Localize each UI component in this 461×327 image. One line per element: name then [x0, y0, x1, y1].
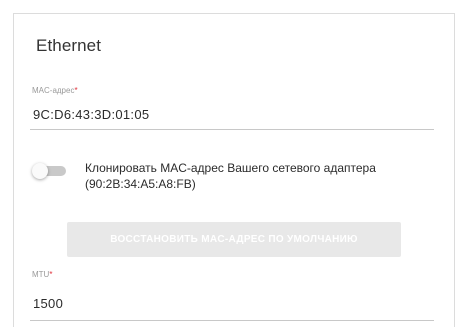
restore-default-mac-button[interactable]: ВОССТАНОВИТЬ MAC-АДРЕС ПО УМОЛЧАНИЮ — [67, 222, 401, 257]
mtu-input[interactable]: 1500 — [33, 296, 63, 311]
mac-address-input[interactable]: 9C:D6:43:3D:01:05 — [33, 107, 149, 122]
mac-address-label: MAC-адрес* — [32, 86, 78, 95]
mac-address-underline — [30, 129, 434, 130]
toggle-knob — [32, 163, 48, 179]
required-mark: * — [74, 86, 78, 95]
mtu-label-text: MTU — [32, 270, 50, 279]
mtu-label: MTU* — [32, 270, 52, 279]
page: Ethernet MAC-адрес* 9C:D6:43:3D:01:05 Кл… — [0, 0, 461, 327]
mtu-underline — [30, 320, 434, 321]
required-mark: * — [49, 270, 53, 279]
clone-mac-label: Клонировать MAC-адрес Вашего сетевого ад… — [85, 161, 376, 191]
mac-address-label-text: MAC-адрес — [32, 86, 75, 95]
clone-mac-toggle[interactable] — [32, 163, 68, 179]
section-title: Ethernet — [36, 36, 102, 55]
